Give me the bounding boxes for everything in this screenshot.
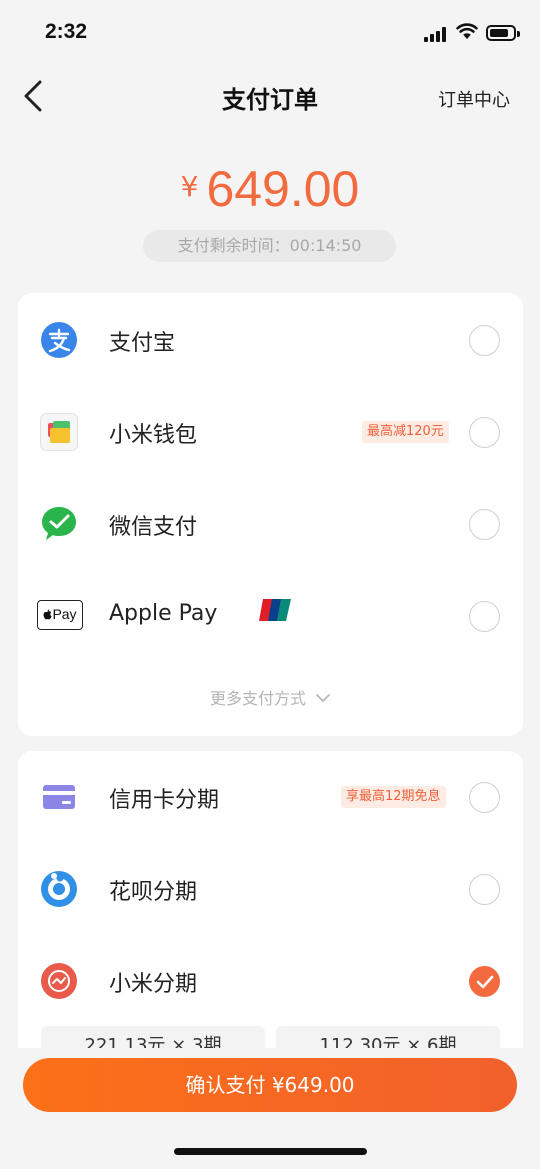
more-payment-methods[interactable]: 更多支付方式 xyxy=(18,685,523,709)
chevron-down-icon xyxy=(316,694,330,702)
payment-option-label: 微信支付 xyxy=(109,515,198,540)
alipay-icon xyxy=(41,322,77,358)
confirm-pay-button[interactable]: 确认支付 ¥649.00 xyxy=(23,1058,517,1112)
installment-option-credit-card[interactable]: 信用卡分期 享最高12期免息 xyxy=(18,766,523,826)
payment-option-label: 支付宝 xyxy=(109,331,176,356)
checkmark-icon xyxy=(476,975,494,989)
payment-option-wechat[interactable]: 微信支付 xyxy=(18,493,523,553)
nav-bar: 支付订单 订单中心 xyxy=(0,66,540,126)
wechat-pay-icon xyxy=(42,507,76,540)
more-payment-methods-label: 更多支付方式 xyxy=(209,689,306,708)
wifi-icon xyxy=(456,23,478,39)
promo-badge: 享最高12期免息 xyxy=(341,786,446,808)
installment-option-huabei[interactable]: 花呗分期 xyxy=(18,858,523,918)
countdown-value: 00:14:50 xyxy=(289,236,362,255)
payment-option-mi-wallet[interactable]: 小米钱包 最高减120元 xyxy=(18,401,523,461)
home-indicator xyxy=(174,1148,367,1155)
order-center-link[interactable]: 订单中心 xyxy=(438,86,510,112)
countdown-label: 支付剩余时间： xyxy=(177,236,290,255)
payment-amount: ¥649.00 xyxy=(0,160,540,218)
apple-pay-icon: Pay xyxy=(37,600,83,630)
payment-option-label: Apple Pay xyxy=(109,601,218,626)
cellular-signal-icon xyxy=(424,26,450,42)
payment-option-label: 小米钱包 xyxy=(109,423,198,448)
installment-option-label: 信用卡分期 xyxy=(109,788,220,813)
status-bar: 2:32 xyxy=(0,0,540,66)
mi-wallet-icon xyxy=(40,413,78,451)
installment-option-label: 小米分期 xyxy=(109,972,198,997)
countdown-pill: 支付剩余时间：00:14:50 xyxy=(143,230,396,262)
radio-button-checked[interactable] xyxy=(469,966,500,997)
radio-button[interactable] xyxy=(469,509,500,540)
mi-installment-icon xyxy=(41,963,77,999)
credit-card-icon xyxy=(43,785,75,809)
battery-icon xyxy=(486,25,520,41)
installment-option-label: 花呗分期 xyxy=(109,880,198,905)
radio-button[interactable] xyxy=(469,782,500,813)
radio-button[interactable] xyxy=(469,417,500,448)
payment-methods-card: 支付宝 小米钱包 最高减120元 微信支付 Pay Apple Pay 更多支付… xyxy=(18,293,523,736)
radio-button[interactable] xyxy=(469,874,500,905)
payment-option-apple-pay[interactable]: Pay Apple Pay xyxy=(18,585,523,645)
installment-option-mi[interactable]: 小米分期 xyxy=(18,950,523,1010)
apple-pay-mark-text: Pay xyxy=(52,606,77,622)
amount-value: 649.00 xyxy=(206,161,360,217)
radio-button[interactable] xyxy=(469,325,500,356)
radio-button[interactable] xyxy=(469,601,500,632)
payment-option-alipay[interactable]: 支付宝 xyxy=(18,309,523,369)
unionpay-icon xyxy=(259,599,291,621)
huabei-icon xyxy=(41,871,77,907)
promo-badge: 最高减120元 xyxy=(362,421,449,443)
status-time: 2:32 xyxy=(45,20,88,43)
currency-symbol: ¥ xyxy=(180,170,199,203)
